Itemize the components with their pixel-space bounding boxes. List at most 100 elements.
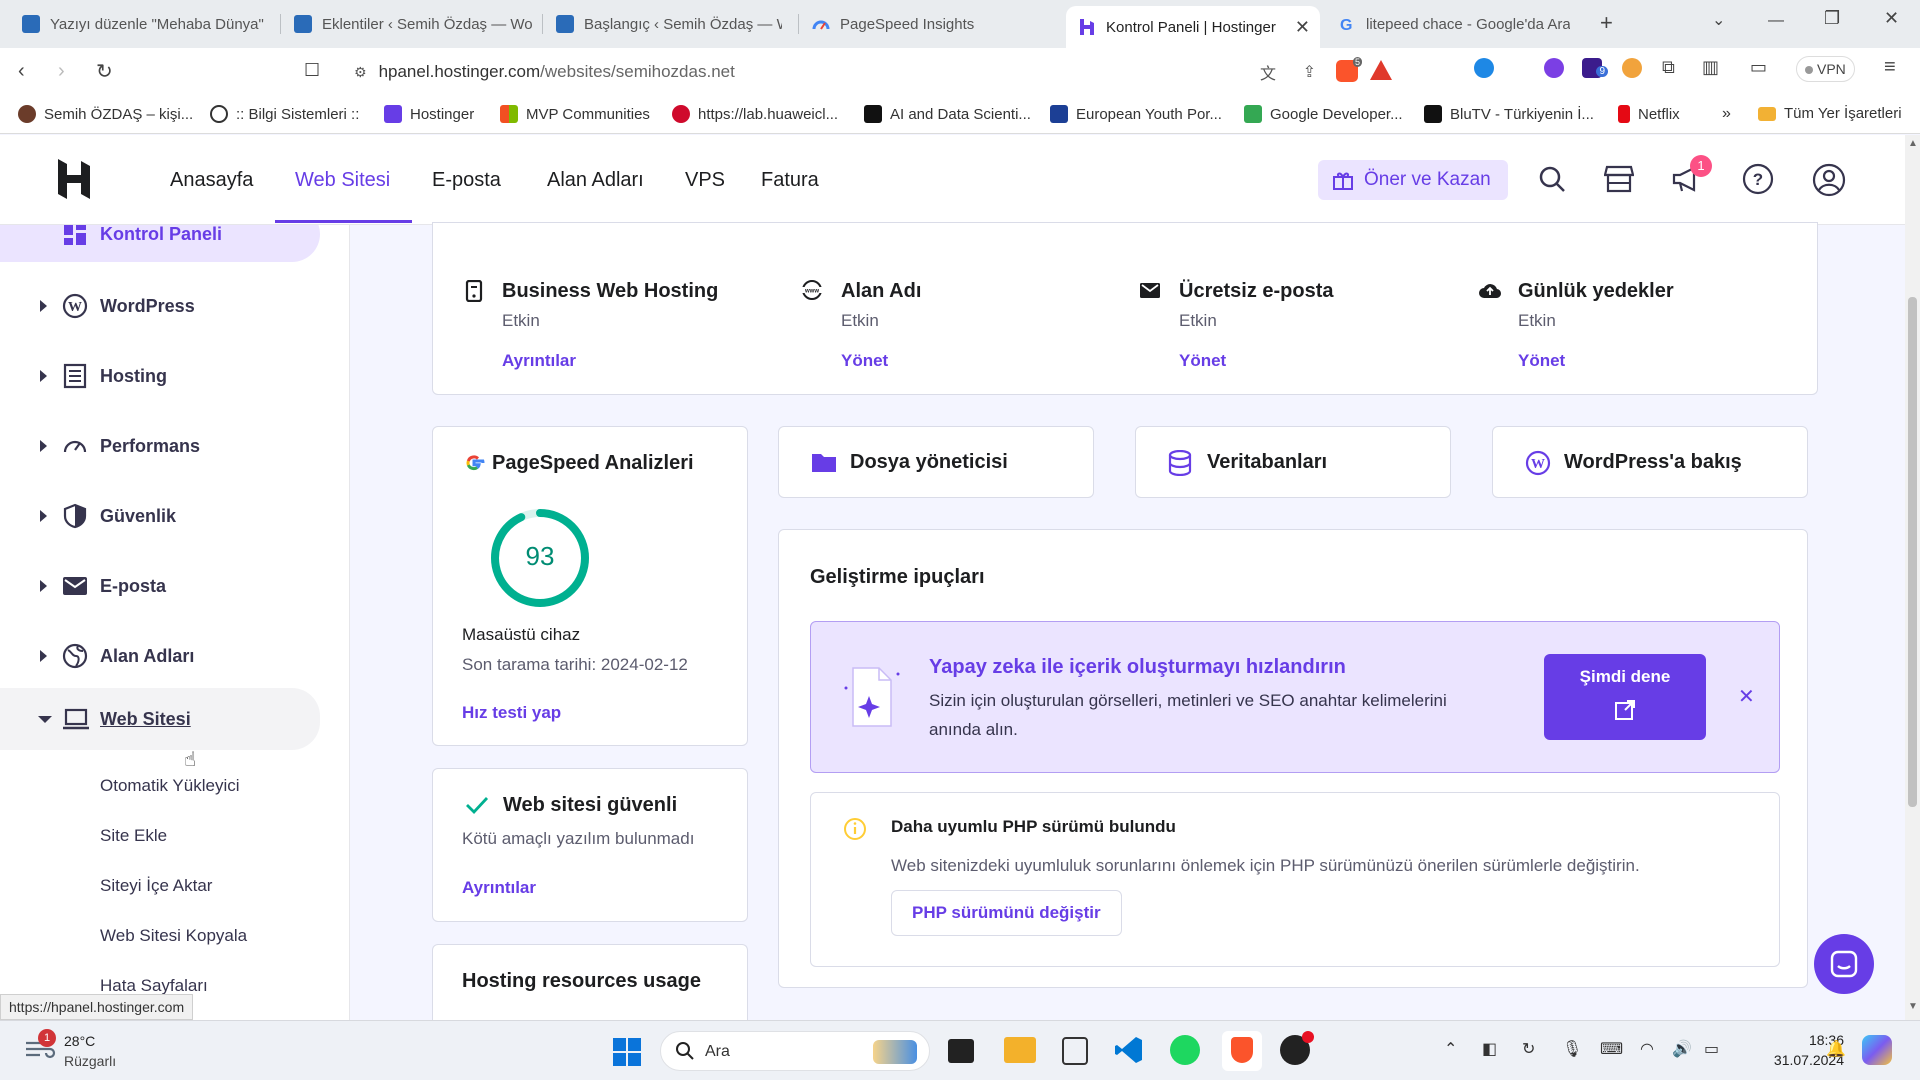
wordpress-overview-button[interactable]: W WordPress'a bakış <box>1492 426 1808 498</box>
wallet-icon[interactable]: ▭ <box>1750 57 1767 78</box>
battery-icon[interactable]: ▭ <box>1704 1039 1719 1059</box>
sidebar-toggle-icon[interactable]: ▥ <box>1702 57 1719 78</box>
copilot-icon[interactable] <box>1862 1035 1892 1065</box>
menu-icon[interactable]: ≡ <box>1884 56 1896 79</box>
sidebar-item-domains[interactable]: Alan Adları <box>0 628 320 684</box>
megaphone-icon[interactable]: 1 <box>1672 155 1712 193</box>
browser-tab[interactable]: PageSpeed Insights <box>800 6 1062 42</box>
browser-tab[interactable]: Yazıyı düzenle "Mehaba Dünya" <box>10 6 278 42</box>
file-manager-button[interactable]: Dosya yöneticisi <box>778 426 1094 498</box>
sidebar-sub-copy-site[interactable]: Web Sitesi Kopyala <box>100 926 247 946</box>
nav-home[interactable]: Anasayfa <box>170 169 253 192</box>
brave-rewards-icon[interactable] <box>1370 60 1392 80</box>
new-tab-icon[interactable]: + <box>1600 10 1613 36</box>
tray-chevron-icon[interactable]: ⌃ <box>1444 1039 1457 1059</box>
taskbar-search-box[interactable]: Ara <box>660 1031 930 1071</box>
bookmark-item[interactable]: MVP Communities <box>500 105 650 123</box>
tray-app-icon[interactable]: ◧ <box>1482 1039 1497 1059</box>
nav-billing[interactable]: Fatura <box>761 169 819 192</box>
bookmark-icon[interactable]: ☐ <box>304 60 320 81</box>
site-info-icon[interactable]: ⚙ <box>354 64 367 81</box>
scrollbar-thumb[interactable] <box>1908 297 1917 807</box>
windows-start-icon[interactable] <box>612 1037 642 1067</box>
security-details-link[interactable]: Ayrıntılar <box>462 878 536 898</box>
speed-test-link[interactable]: Hız testi yap <box>462 703 561 723</box>
weather-widget[interactable]: 1 <box>24 1029 56 1063</box>
scroll-down-icon[interactable]: ▼ <box>1908 1001 1918 1012</box>
nav-vps[interactable]: VPS <box>685 169 725 192</box>
extensions-puzzle-icon[interactable]: ⧉ <box>1662 57 1675 78</box>
back-icon[interactable]: ‹ <box>18 60 25 83</box>
sidebar-item-wordpress[interactable]: W WordPress <box>0 278 320 334</box>
translate-icon[interactable]: 文 <box>1260 60 1276 84</box>
tray-sync-icon[interactable]: ↻ <box>1522 1039 1535 1059</box>
extension-icon[interactable] <box>1622 58 1642 78</box>
sidebar-sub-add-site[interactable]: Site Ekle <box>100 826 167 846</box>
sidebar-item-hosting[interactable]: Hosting <box>0 348 320 404</box>
change-php-button[interactable]: PHP sürümünü değiştir <box>891 890 1122 936</box>
nav-website[interactable]: Web Sitesi <box>295 169 390 192</box>
wifi-icon[interactable]: ◠ <box>1640 1039 1654 1059</box>
browser-tab[interactable]: Başlangıç ‹ Semih Özdaş — W <box>544 6 794 42</box>
close-banner-icon[interactable]: ✕ <box>1738 684 1755 709</box>
browser-tab-active[interactable]: Kontrol Paneli | Hostinger ✕ <box>1066 6 1320 48</box>
spotify-icon[interactable] <box>1170 1035 1200 1065</box>
sidebar-item-performance[interactable]: Performans <box>0 418 320 474</box>
refer-earn-button[interactable]: Öner ve Kazan <box>1318 160 1508 200</box>
store-icon[interactable] <box>1604 165 1634 193</box>
vpn-button[interactable]: VPN <box>1796 56 1855 82</box>
vscode-icon[interactable] <box>1114 1035 1144 1065</box>
address-bar[interactable]: ⚙ hpanel.hostinger.com/websites/semihozd… <box>340 56 1392 88</box>
volume-icon[interactable]: 🔊 <box>1672 1039 1692 1059</box>
chat-support-button[interactable] <box>1814 934 1874 994</box>
help-icon[interactable]: ? <box>1742 163 1774 195</box>
bookmark-item[interactable]: Hostinger <box>384 105 474 123</box>
extension-icon[interactable]: 9 <box>1582 58 1608 78</box>
page-scrollbar[interactable]: ▲ ▼ <box>1905 135 1920 1020</box>
bookmark-item[interactable]: :: Bilgi Sistemleri :: <box>210 105 359 123</box>
bookmark-item[interactable]: AI and Data Scienti... <box>864 105 1031 123</box>
bookmark-item[interactable]: Netflix <box>1618 105 1680 123</box>
try-now-button[interactable]: Şimdi dene <box>1544 654 1706 740</box>
extension-icon[interactable] <box>1474 58 1494 78</box>
reload-icon[interactable]: ↻ <box>96 59 113 84</box>
nav-domains[interactable]: Alan Adları <box>547 169 644 192</box>
extension-icon[interactable] <box>1544 58 1564 78</box>
sidebar-sub-import-site[interactable]: Siteyi İçe Aktar <box>100 876 212 896</box>
sidebar-item-dashboard[interactable]: Kontrol Paneli <box>0 225 320 262</box>
service-manage-link[interactable]: Yönet <box>1518 351 1565 371</box>
app-cube-icon[interactable] <box>1062 1037 1088 1065</box>
all-bookmarks-folder[interactable]: Tüm Yer İşaretleri <box>1758 105 1902 122</box>
service-details-link[interactable]: Ayrıntılar <box>502 351 576 371</box>
nav-email[interactable]: E-posta <box>432 169 501 192</box>
app-icon[interactable] <box>1280 1031 1314 1065</box>
account-icon[interactable] <box>1812 163 1846 197</box>
sidebar-item-email[interactable]: E-posta <box>0 558 320 614</box>
microphone-icon[interactable]: 🎙 <box>1562 1039 1582 1059</box>
sidebar-sub-autoinstaller[interactable]: Otomatik Yükleyici <box>100 776 240 796</box>
sidebar-item-security[interactable]: Güvenlik <box>0 488 320 544</box>
scroll-up-icon[interactable]: ▲ <box>1908 138 1918 149</box>
browser-tab[interactable]: G litepeed chace - Google'da Ara <box>1326 6 1582 42</box>
minimize-icon[interactable]: — <box>1768 12 1784 30</box>
service-manage-link[interactable]: Yönet <box>1179 351 1226 371</box>
service-manage-link[interactable]: Yönet <box>841 351 888 371</box>
sidebar-sub-error-pages[interactable]: Hata Sayfaları <box>100 976 208 996</box>
bookmark-item[interactable]: European Youth Por... <box>1050 105 1222 123</box>
bookmark-item[interactable]: Semih ÖZDAŞ – kişi... <box>18 105 193 123</box>
brave-shields-icon[interactable]: 5 <box>1336 57 1362 82</box>
notifications-bell-icon[interactable]: 🔔 <box>1826 1039 1846 1059</box>
brave-taskbar-icon[interactable] <box>1222 1031 1262 1071</box>
bookmark-item[interactable]: BluTV - Türkiyenin İ... <box>1424 105 1594 123</box>
databases-button[interactable]: Veritabanları <box>1135 426 1451 498</box>
close-tab-icon[interactable]: ✕ <box>1295 17 1310 38</box>
hostinger-logo[interactable] <box>56 159 92 199</box>
bookmark-item[interactable]: https://lab.huaweicl... <box>672 105 838 123</box>
tab-search-chevron-icon[interactable]: ⌄ <box>1712 10 1725 30</box>
keyboard-icon[interactable]: ⌨ <box>1600 1039 1623 1059</box>
bookmarks-overflow[interactable]: » <box>1722 105 1731 123</box>
file-explorer-icon[interactable] <box>1004 1037 1036 1063</box>
sidebar-item-website[interactable]: Web Sitesi <box>0 688 320 750</box>
search-icon[interactable] <box>1538 165 1566 193</box>
browser-tab[interactable]: Eklentiler ‹ Semih Özdaş — Wo <box>282 6 550 42</box>
